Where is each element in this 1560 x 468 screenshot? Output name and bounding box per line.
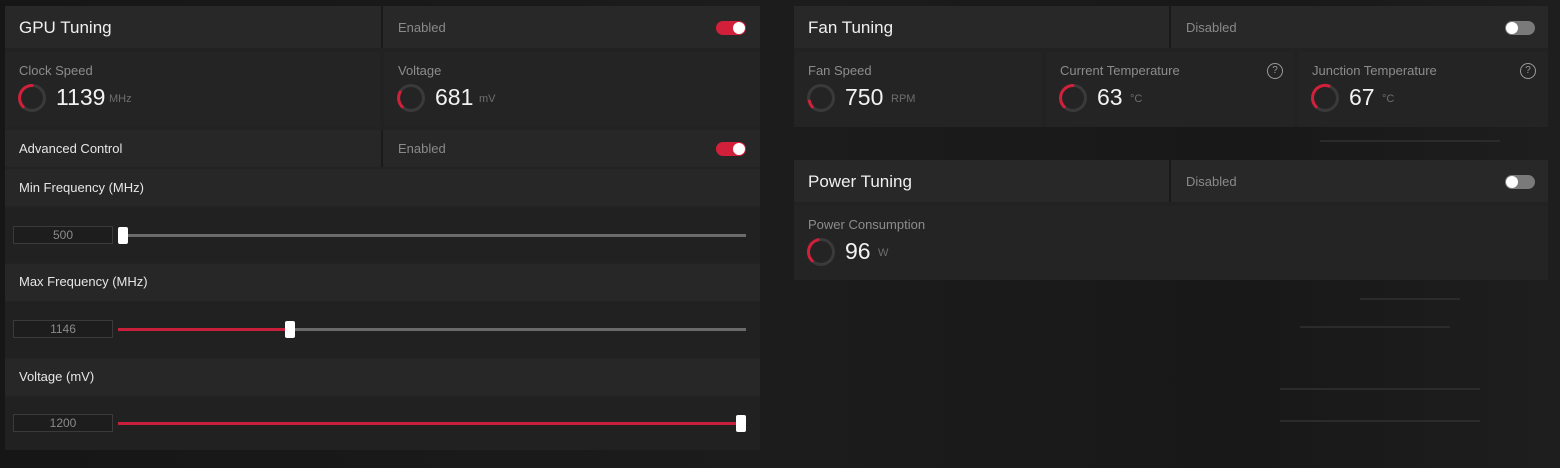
slider-thumb[interactable]	[736, 415, 746, 432]
advanced-control-toggle[interactable]	[716, 142, 746, 156]
background-line	[1280, 420, 1480, 422]
fan-tuning-toggle[interactable]	[1505, 21, 1535, 35]
max-frequency-input[interactable]: 1146	[13, 320, 113, 338]
gauge-icon	[1311, 84, 1339, 112]
fan-speed-unit: RPM	[891, 93, 916, 105]
junction-temperature-metric: Junction Temperature ? 67 °C	[1298, 52, 1548, 127]
power-consumption-label: Power Consumption	[808, 217, 926, 232]
junction-temperature-label: Junction Temperature	[1312, 63, 1437, 78]
gauge-icon	[397, 84, 425, 112]
advanced-control-label: Advanced Control	[19, 141, 123, 156]
divider	[381, 130, 383, 167]
help-icon[interactable]: ?	[1267, 63, 1283, 79]
gpu-tuning-status: Enabled	[398, 20, 446, 35]
current-temperature-unit: °C	[1130, 93, 1143, 105]
voltage-slider-label-row: Voltage (mV)	[5, 359, 760, 396]
min-frequency-input[interactable]: 500	[13, 226, 113, 244]
voltage-slider[interactable]	[118, 415, 746, 432]
fan-speed-value: 750	[845, 84, 884, 110]
power-tuning-toggle[interactable]	[1505, 175, 1535, 189]
advanced-control-status: Enabled	[398, 141, 446, 156]
divider	[381, 6, 383, 48]
fan-tuning-title: Fan Tuning	[808, 18, 894, 37]
gpu-tuning-toggle[interactable]	[716, 21, 746, 35]
background-line	[1300, 326, 1450, 328]
gauge-icon	[18, 84, 46, 112]
power-tuning-header: Power Tuning Disabled	[794, 160, 1548, 202]
fan-tuning-panel: Fan Tuning Disabled Fan Speed 750 RPM Cu…	[794, 6, 1548, 127]
toggle-knob	[1506, 22, 1518, 34]
junction-temperature-value: 67	[1349, 84, 1375, 110]
background-line	[1320, 140, 1500, 142]
min-frequency-slider[interactable]	[118, 227, 746, 244]
toggle-knob	[733, 143, 745, 155]
voltage-unit: mV	[479, 93, 496, 105]
clock-speed-value: 1139	[56, 84, 106, 110]
clock-speed-label: Clock Speed	[19, 63, 93, 78]
voltage-slider-row: 1200	[5, 398, 760, 450]
power-consumption-metric: Power Consumption 96 W	[794, 206, 1548, 280]
help-icon[interactable]: ?	[1520, 63, 1536, 79]
max-frequency-slider[interactable]	[118, 321, 746, 338]
current-temperature-value: 63	[1097, 84, 1123, 110]
toggle-knob	[1506, 176, 1518, 188]
slider-fill	[118, 422, 741, 425]
background-line	[1280, 388, 1480, 390]
voltage-input[interactable]: 1200	[13, 414, 113, 432]
current-temperature-metric: Current Temperature ? 63 °C	[1046, 52, 1294, 127]
min-frequency-label-row: Min Frequency (MHz)	[5, 169, 760, 206]
gpu-tuning-header: GPU Tuning Enabled	[5, 6, 760, 48]
voltage-value: 681	[435, 84, 474, 110]
current-temperature-label: Current Temperature	[1060, 63, 1180, 78]
clock-speed-unit: MHz	[109, 93, 132, 105]
gpu-tuning-panel: GPU Tuning Enabled Clock Speed 1139 MHz …	[5, 6, 760, 450]
fan-speed-label: Fan Speed	[808, 63, 872, 78]
advanced-control-row: Advanced Control Enabled	[5, 130, 760, 167]
voltage-label: Voltage	[398, 63, 442, 78]
power-tuning-panel: Power Tuning Disabled Power Consumption …	[794, 160, 1548, 280]
slider-thumb[interactable]	[118, 227, 128, 244]
gauge-icon	[807, 84, 835, 112]
fan-tuning-status: Disabled	[1186, 20, 1237, 35]
fan-tuning-header: Fan Tuning Disabled	[794, 6, 1548, 48]
gauge-icon	[1059, 84, 1087, 112]
max-frequency-slider-row: 1146	[5, 303, 760, 357]
gpu-tuning-title: GPU Tuning	[19, 18, 112, 37]
toggle-knob	[733, 22, 745, 34]
clock-speed-metric: Clock Speed 1139 MHz	[5, 52, 380, 127]
gauge-icon	[807, 238, 835, 266]
divider	[1169, 6, 1171, 48]
power-consumption-unit: W	[878, 247, 889, 259]
slider-fill	[118, 328, 290, 331]
divider	[1169, 160, 1171, 202]
power-tuning-status: Disabled	[1186, 174, 1237, 189]
power-consumption-value: 96	[845, 238, 871, 264]
fan-speed-metric: Fan Speed 750 RPM	[794, 52, 1042, 127]
min-frequency-label: Min Frequency (MHz)	[19, 180, 144, 195]
background-line	[1360, 298, 1460, 300]
slider-thumb[interactable]	[284, 321, 295, 338]
min-frequency-slider-row: 500	[5, 208, 760, 262]
max-frequency-label-row: Max Frequency (MHz)	[5, 264, 760, 301]
voltage-slider-label: Voltage (mV)	[19, 369, 95, 384]
amd-tuning-view: GPU Tuning Enabled Clock Speed 1139 MHz …	[0, 0, 1560, 468]
max-frequency-label: Max Frequency (MHz)	[19, 274, 148, 289]
voltage-metric: Voltage 681 mV	[384, 52, 760, 127]
junction-temperature-unit: °C	[1382, 93, 1395, 105]
power-tuning-title: Power Tuning	[808, 172, 912, 191]
